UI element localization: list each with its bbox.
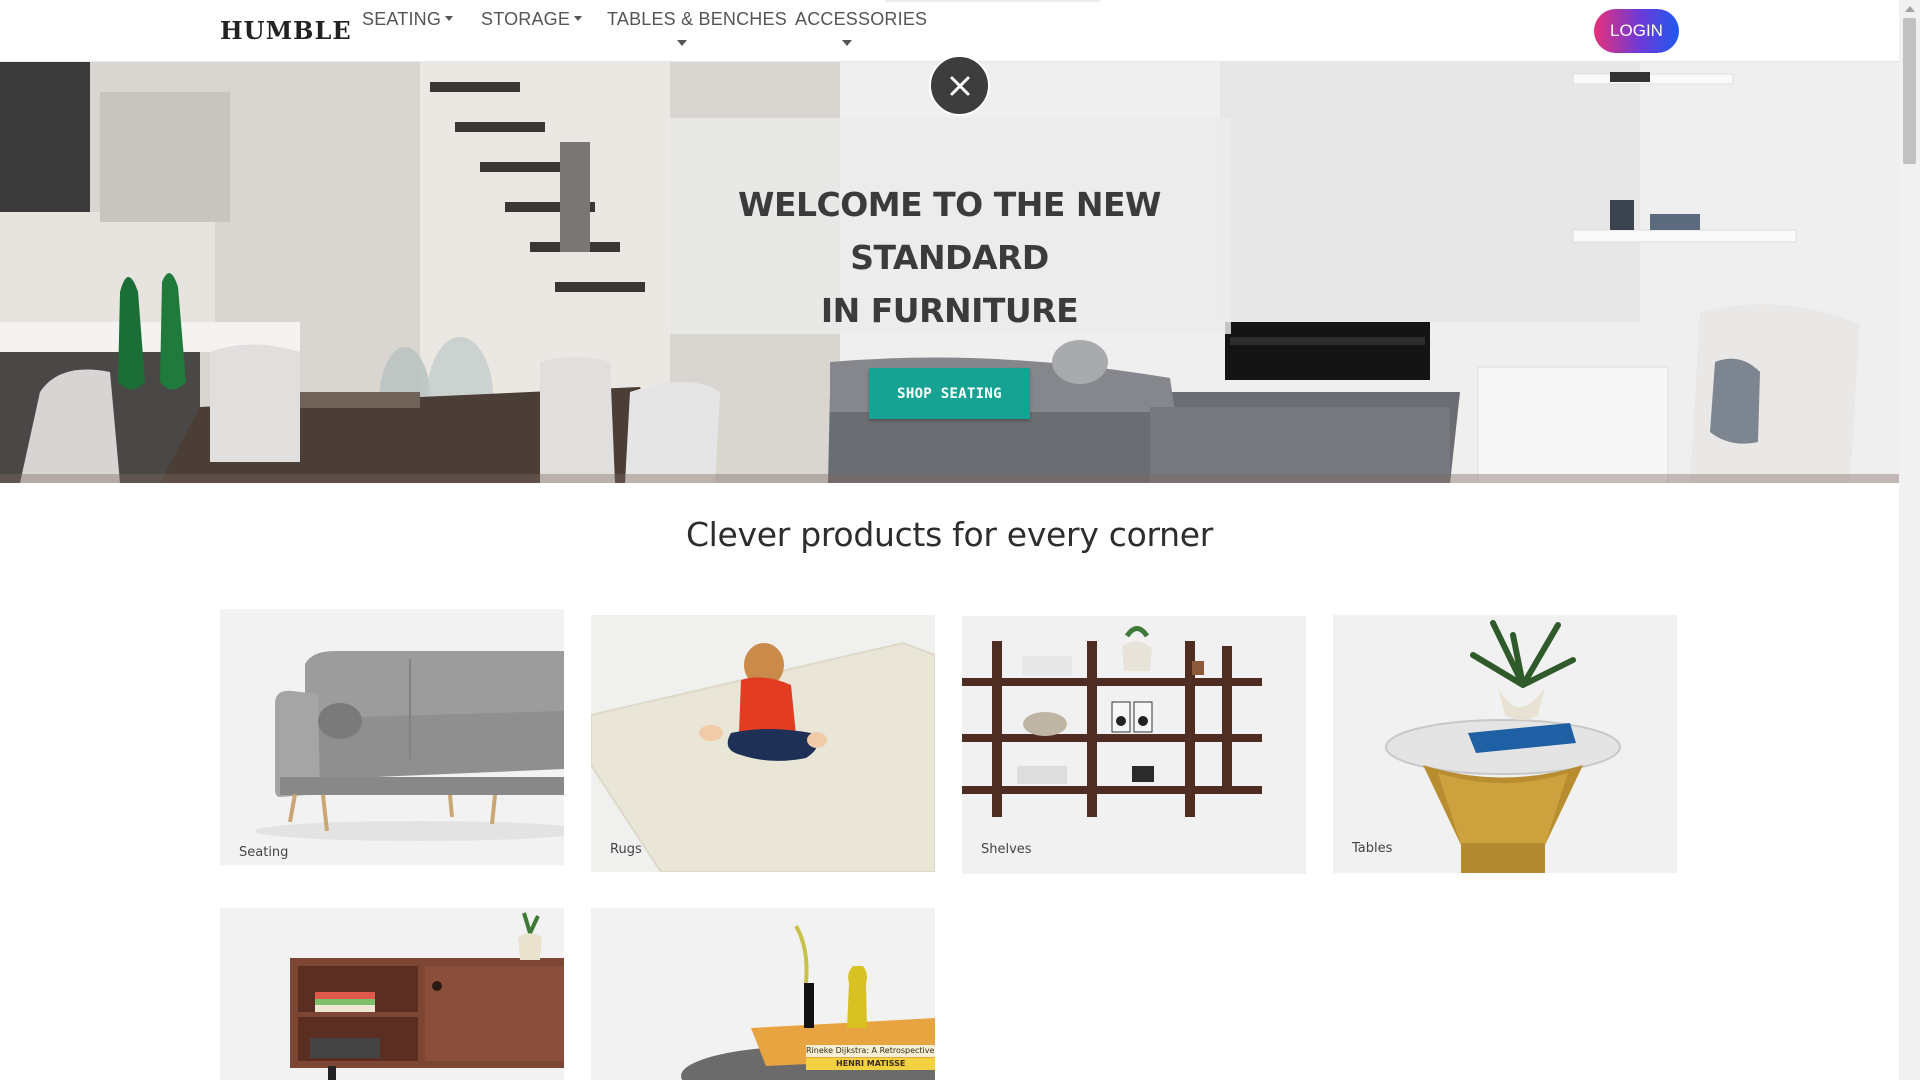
category-card-rugs[interactable]: Rugs <box>591 615 935 872</box>
table-image <box>1333 615 1677 873</box>
category-label: Seating <box>239 845 289 860</box>
category-card-accessories[interactable]: Rineke Dijkstra: A Retrospective HENRI M… <box>591 908 935 1080</box>
nav-item-accessories[interactable]: ACCESSORIES <box>795 9 928 46</box>
nav-item-accessories-label: ACCESSORIES <box>795 9 928 29</box>
hero-banner: WELCOME TO THE NEW STANDARD IN FURNITURE… <box>0 62 1899 483</box>
scrollbar-thumb[interactable] <box>1903 18 1916 164</box>
hero-title: WELCOME TO THE NEW STANDARD IN FURNITURE <box>668 178 1231 337</box>
caret-down-icon <box>574 16 583 21</box>
nav-item-tables-benches[interactable]: TABLES & BENCHES <box>607 9 787 46</box>
caret-down-icon <box>445 16 454 21</box>
category-card-seating[interactable]: Seating <box>220 609 564 865</box>
close-button[interactable] <box>929 55 990 116</box>
category-card-tables[interactable]: Tables <box>1333 615 1677 873</box>
close-icon <box>950 76 969 95</box>
nav-item-storage[interactable]: STORAGE <box>481 9 583 30</box>
book-spine-2: HENRI MATISSE <box>806 1058 935 1070</box>
sofa-image <box>220 609 564 865</box>
page-scrollbar[interactable] <box>1899 0 1920 1080</box>
category-label: Tables <box>1352 841 1393 856</box>
navbar: HUMBLE SEATING STORAGE TABLES & BENCHES … <box>0 0 1899 62</box>
rug-image <box>591 615 935 872</box>
book-spine-1: Rineke Dijkstra: A Retrospective <box>806 1045 935 1057</box>
category-label: Shelves <box>981 842 1032 857</box>
sideboard-image <box>220 908 564 1080</box>
nav-item-tables-benches-label: TABLES & BENCHES <box>607 9 787 29</box>
category-card-shelves[interactable]: Shelves <box>962 616 1306 874</box>
nav-item-seating-label: SEATING <box>362 9 442 29</box>
caret-down-icon <box>677 40 687 46</box>
hero-title-line-2: IN FURNITURE <box>820 291 1079 330</box>
category-card-storage[interactable] <box>220 908 564 1080</box>
login-button[interactable]: LOGIN <box>1594 9 1679 53</box>
category-label: Rugs <box>610 842 642 857</box>
shelves-image <box>962 616 1306 874</box>
shop-seating-button[interactable]: SHOP SEATING <box>869 368 1030 419</box>
caret-down-icon <box>842 40 852 46</box>
scroll-up-arrow-icon[interactable] <box>1905 6 1915 12</box>
navbar-dropdown-shadow <box>885 0 1100 3</box>
brand-logo[interactable]: HUMBLE <box>220 16 352 45</box>
nav-item-storage-label: STORAGE <box>481 9 571 29</box>
section-title: Clever products for every corner <box>685 515 1214 554</box>
nav-item-seating[interactable]: SEATING <box>362 9 454 30</box>
hero-title-line-1: WELCOME TO THE NEW STANDARD <box>738 185 1161 277</box>
